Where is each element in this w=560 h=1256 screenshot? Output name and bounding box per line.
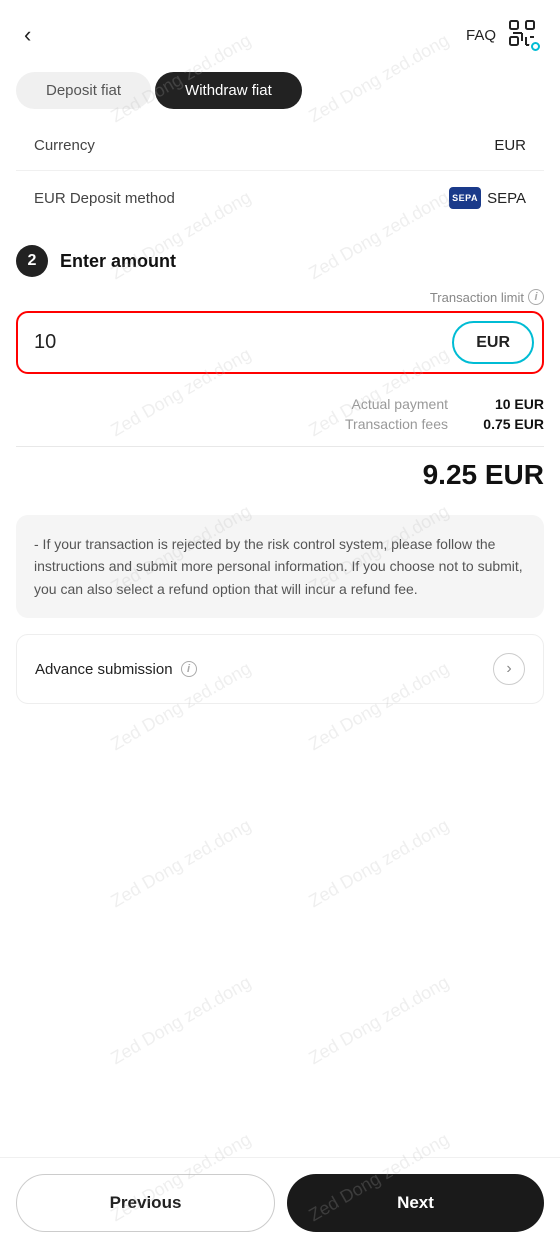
warning-box: - If your transaction is rejected by the… xyxy=(16,515,544,618)
total-amount: 9.25 EUR xyxy=(423,459,544,491)
next-button[interactable]: Next xyxy=(287,1174,544,1232)
deposit-method-row: EUR Deposit method SEPA SEPA xyxy=(16,171,544,225)
transaction-limit-row: Transaction limit i xyxy=(16,289,544,305)
currency-row: Currency EUR xyxy=(16,121,544,171)
tabs-container: Deposit fiat Withdraw fiat xyxy=(0,62,560,121)
amount-input-row: EUR xyxy=(16,311,544,374)
header-right: FAQ xyxy=(466,19,540,51)
previous-button[interactable]: Previous xyxy=(16,1174,275,1232)
advance-left: Advance submission i xyxy=(35,661,197,678)
step-header: 2 Enter amount xyxy=(0,225,560,289)
total-amount-row: 9.25 EUR xyxy=(0,455,560,507)
currency-section-card: Currency EUR EUR Deposit method SEPA SEP… xyxy=(16,121,544,225)
tab-deposit-fiat[interactable]: Deposit fiat xyxy=(16,72,151,109)
deposit-method-label: EUR Deposit method xyxy=(34,190,175,207)
transaction-limit-text: Transaction limit xyxy=(430,290,524,305)
actual-payment-value: 10 EUR xyxy=(464,396,544,412)
advance-chevron-icon: › xyxy=(493,653,525,685)
deposit-method-value: SEPA SEPA xyxy=(449,187,526,209)
advance-submission-label: Advance submission xyxy=(35,661,173,678)
currency-label: Currency xyxy=(34,137,95,154)
sepa-logo: SEPA xyxy=(449,187,481,209)
scan-badge xyxy=(529,40,542,53)
faq-label[interactable]: FAQ xyxy=(466,27,496,44)
transaction-fees-value: 0.75 EUR xyxy=(464,416,544,432)
back-button[interactable]: ‹ xyxy=(16,18,39,52)
advance-submission-info-icon[interactable]: i xyxy=(181,661,197,677)
currency-pill: EUR xyxy=(452,321,534,364)
header: ‹ FAQ xyxy=(0,0,560,62)
transaction-fees-label: Transaction fees xyxy=(345,416,448,432)
divider xyxy=(16,446,544,447)
bottom-buttons: Previous Next xyxy=(0,1157,560,1256)
actual-payment-row: Actual payment 10 EUR xyxy=(16,394,544,414)
transaction-fees-row: Transaction fees 0.75 EUR xyxy=(16,414,544,434)
actual-payment-label: Actual payment xyxy=(352,396,449,412)
currency-value: EUR xyxy=(494,137,526,154)
amount-area: Transaction limit i EUR xyxy=(0,289,560,382)
scan-icon-wrap[interactable] xyxy=(508,19,540,51)
step-number: 2 xyxy=(16,245,48,277)
warning-text: - If your transaction is rejected by the… xyxy=(34,533,526,600)
payment-info: Actual payment 10 EUR Transaction fees 0… xyxy=(0,382,560,438)
transaction-limit-info-icon[interactable]: i xyxy=(528,289,544,305)
amount-input[interactable] xyxy=(18,313,452,372)
step-title: Enter amount xyxy=(60,251,176,272)
tab-withdraw-fiat[interactable]: Withdraw fiat xyxy=(155,72,302,109)
advance-submission-card[interactable]: Advance submission i › xyxy=(16,634,544,704)
sepa-label: SEPA xyxy=(487,190,526,207)
